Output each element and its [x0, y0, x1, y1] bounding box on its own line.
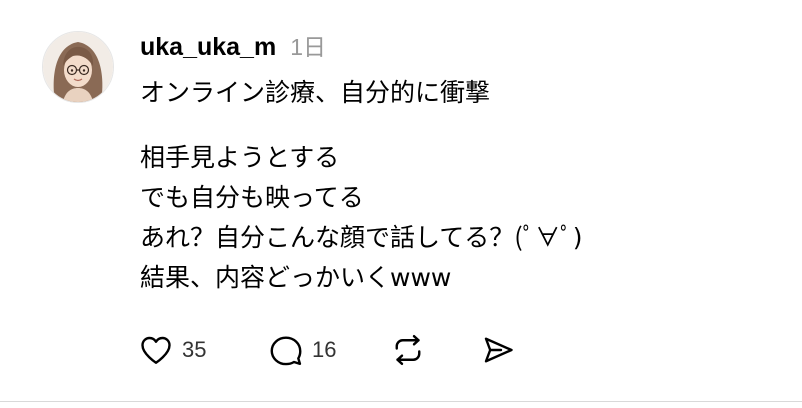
post-text-line: あれ？自分こんな顔で話してる？(ﾟ∀ﾟ): [140, 223, 583, 252]
speech-bubble-icon: [270, 336, 302, 366]
post-text-body: 相手見ようとする でも自分も映ってる あれ？自分こんな顔で話してる？(ﾟ∀ﾟ) …: [140, 138, 582, 298]
heart-icon: [141, 336, 171, 364]
reply-count: 16: [312, 337, 337, 362]
post-header: uka_uka_m 1日: [140, 28, 326, 64]
username[interactable]: uka_uka_m: [140, 33, 276, 62]
post-text-line: 相手見ようとする: [140, 143, 340, 172]
repost-icon: [395, 335, 421, 365]
timestamp: 1日: [290, 34, 326, 60]
post-text-line: 結果、内容どっかいくwww: [140, 263, 452, 292]
avatar[interactable]: [42, 31, 114, 103]
divider: [0, 401, 802, 402]
repost-button[interactable]: [390, 332, 480, 368]
send-icon: [484, 337, 513, 363]
post-text-first-line: オンライン診療、自分的に衝撃: [140, 78, 491, 107]
like-button[interactable]: 35: [138, 332, 268, 368]
share-button[interactable]: [480, 332, 516, 368]
action-bar: 35 16: [138, 330, 516, 370]
post-text-line: でも自分も映ってる: [140, 183, 364, 212]
avatar-illustration: [43, 32, 113, 102]
reply-button[interactable]: 16: [268, 332, 390, 368]
like-count: 35: [182, 337, 207, 362]
post: uka_uka_m 1日 オンライン診療、自分的に衝撃 相手見ようとする でも自…: [0, 0, 802, 402]
